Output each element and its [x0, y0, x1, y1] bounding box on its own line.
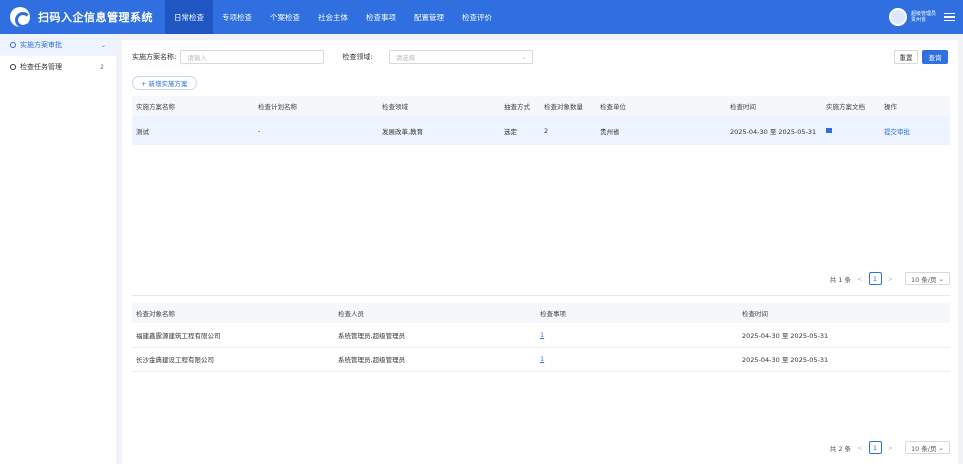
- nav-config[interactable]: 配置管理: [405, 0, 453, 34]
- cell-target-name: 长沙金典建设工程有限公司: [132, 347, 334, 372]
- col-target-time: 检查时间: [738, 303, 950, 323]
- chevron-left-icon[interactable]: <: [857, 444, 862, 452]
- cell-time: 2025-04-30 至 2025-05-31: [726, 116, 822, 145]
- plan-name-label: 实施方案名称:: [132, 53, 177, 61]
- col-action: 操作: [880, 96, 950, 116]
- col-method: 抽查方式: [500, 96, 540, 116]
- user-info: 超级管理员 贵州省: [911, 11, 936, 23]
- user-menu[interactable]: 超级管理员 贵州省: [888, 0, 955, 34]
- col-time: 检查时间: [726, 96, 822, 116]
- col-unit: 检查单位: [596, 96, 726, 116]
- add-plan-button[interactable]: + 新增实施方案: [132, 76, 197, 90]
- page-size-select[interactable]: 10 条/页 ⌄: [904, 441, 950, 454]
- plan-table: 实施方案名称 检查计划名称 检查领域 抽查方式 检查对象数量 检查单位 检查时间…: [132, 96, 950, 145]
- field-placeholder: 请选择: [395, 54, 416, 62]
- cell-people: 系统管理员,超级管理员: [334, 323, 536, 348]
- sidebar-item-label: 实施方案审批: [20, 41, 62, 49]
- page-1-button[interactable]: 1: [868, 441, 882, 454]
- items-link[interactable]: 1: [540, 331, 544, 339]
- total-count: 共 1 条: [829, 275, 852, 284]
- page-size-label: 10 条/页: [910, 275, 937, 284]
- logo-icon: [10, 7, 31, 28]
- total-count: 共 2 条: [829, 444, 852, 453]
- target-pagination: 共 2 条 < 1 > 10 条/页 ⌄: [830, 441, 950, 454]
- query-button[interactable]: 查询: [922, 50, 948, 64]
- sidebar: 实施方案审批 ⌄ 检查任务管理 2: [0, 34, 116, 464]
- app-title: 扫码入企信息管理系统: [38, 11, 153, 24]
- top-bar: 扫码入企信息管理系统 日常检查 专项检查 个案检查 社会主体 检查事项 配置管理…: [0, 0, 963, 34]
- field-select[interactable]: 请选择 ⌄: [388, 50, 533, 64]
- cell-items: 1: [536, 347, 738, 372]
- chevron-right-icon[interactable]: >: [888, 444, 893, 452]
- main-nav: 日常检查 专项检查 个案检查 社会主体 检查事项 配置管理 检查评价: [165, 0, 501, 34]
- plan-name-placeholder: 请输入: [187, 54, 207, 62]
- table-row[interactable]: 测试 - 发展改革,教育 选定 2 贵州省 2025-04-30 至 2025-…: [132, 116, 950, 145]
- nav-evaluation[interactable]: 检查评价: [453, 0, 501, 34]
- cell-method: 选定: [500, 116, 540, 145]
- cell-target-time: 2025-04-30 至 2025-05-31: [738, 323, 950, 348]
- chevron-down-icon: ⌄: [521, 53, 527, 61]
- items-link[interactable]: 1: [540, 355, 544, 363]
- page-size-label: 10 条/页: [910, 444, 937, 453]
- target-table: 检查对象名称 检查人员 检查事项 检查时间 福建鑫霆源建筑工程有限公司 系统管理…: [132, 303, 950, 372]
- avatar[interactable]: [888, 8, 907, 26]
- circle-icon: [10, 42, 16, 48]
- nav-social-subject[interactable]: 社会主体: [309, 0, 357, 34]
- reset-button[interactable]: 重置: [894, 50, 918, 64]
- col-items: 检查事项: [536, 303, 738, 323]
- field-label: 检查领域:: [342, 53, 373, 61]
- nav-special-check[interactable]: 专项检查: [213, 0, 261, 34]
- cell-people: 系统管理员,超级管理员: [334, 347, 536, 372]
- plan-name-input[interactable]: 请输入: [180, 50, 325, 64]
- page-size-select[interactable]: 10 条/页 ⌄: [904, 272, 950, 285]
- logo: 扫码入企信息管理系统: [10, 7, 153, 28]
- col-people: 检查人员: [334, 303, 536, 323]
- cell-plan-name: 测试: [132, 116, 254, 145]
- sidebar-item-plan-approval[interactable]: 实施方案审批 ⌄: [0, 34, 116, 56]
- divider: [132, 295, 950, 296]
- nav-daily-check[interactable]: 日常检查: [165, 0, 213, 34]
- nav-check-items[interactable]: 检查事项: [357, 0, 405, 34]
- cell-doc: [822, 116, 880, 145]
- table-header: 检查对象名称 检查人员 检查事项 检查时间: [132, 303, 950, 323]
- cell-target-name: 福建鑫霆源建筑工程有限公司: [132, 323, 334, 348]
- cell-target-time: 2025-04-30 至 2025-05-31: [738, 347, 950, 372]
- chevron-right-icon[interactable]: >: [888, 275, 893, 283]
- user-region: 贵州省: [910, 17, 926, 23]
- chevron-left-icon[interactable]: <: [857, 275, 862, 283]
- col-doc: 实施方案文档: [822, 96, 880, 116]
- table-row[interactable]: 福建鑫霆源建筑工程有限公司 系统管理员,超级管理员 1 2025-04-30 至…: [132, 323, 950, 348]
- chevron-down-icon: ⌄: [100, 41, 106, 49]
- circle-icon: [10, 64, 16, 70]
- sidebar-item-label: 检查任务管理: [20, 63, 62, 71]
- sidebar-badge: 2: [100, 63, 104, 71]
- col-count: 检查对象数量: [540, 96, 596, 116]
- submit-approval-link[interactable]: 提交审批: [884, 128, 910, 136]
- plan-pagination: 共 1 条 < 1 > 10 条/页 ⌄: [830, 272, 950, 285]
- page-1-button[interactable]: 1: [868, 272, 882, 285]
- main-panel: 实施方案名称: 请输入 检查领域: 请选择 ⌄ 重置 查询 + 新增实施方案 实…: [122, 40, 958, 464]
- col-plan: 检查计划名称: [254, 96, 378, 116]
- table-row[interactable]: 长沙金典建设工程有限公司 系统管理员,超级管理员 1 2025-04-30 至 …: [132, 347, 950, 372]
- filter-bar: 实施方案名称: 请输入 检查领域: 请选择 ⌄: [132, 50, 533, 64]
- col-plan-name: 实施方案名称: [132, 96, 254, 116]
- cell-unit: 贵州省: [596, 116, 726, 145]
- cell-plan: -: [254, 116, 378, 145]
- cell-field: 发展改革,教育: [378, 116, 500, 145]
- document-icon[interactable]: [826, 127, 832, 133]
- cell-items: 1: [536, 323, 738, 348]
- table-header: 实施方案名称 检查计划名称 检查领域 抽查方式 检查对象数量 检查单位 检查时间…: [132, 96, 950, 116]
- menu-icon[interactable]: [944, 11, 955, 24]
- cell-count: 2: [540, 116, 596, 145]
- col-field: 检查领域: [378, 96, 500, 116]
- nav-case-check[interactable]: 个案检查: [261, 0, 309, 34]
- sidebar-item-task-management[interactable]: 检查任务管理 2: [0, 56, 116, 78]
- col-target-name: 检查对象名称: [132, 303, 334, 323]
- cell-action: 提交审批: [880, 116, 950, 145]
